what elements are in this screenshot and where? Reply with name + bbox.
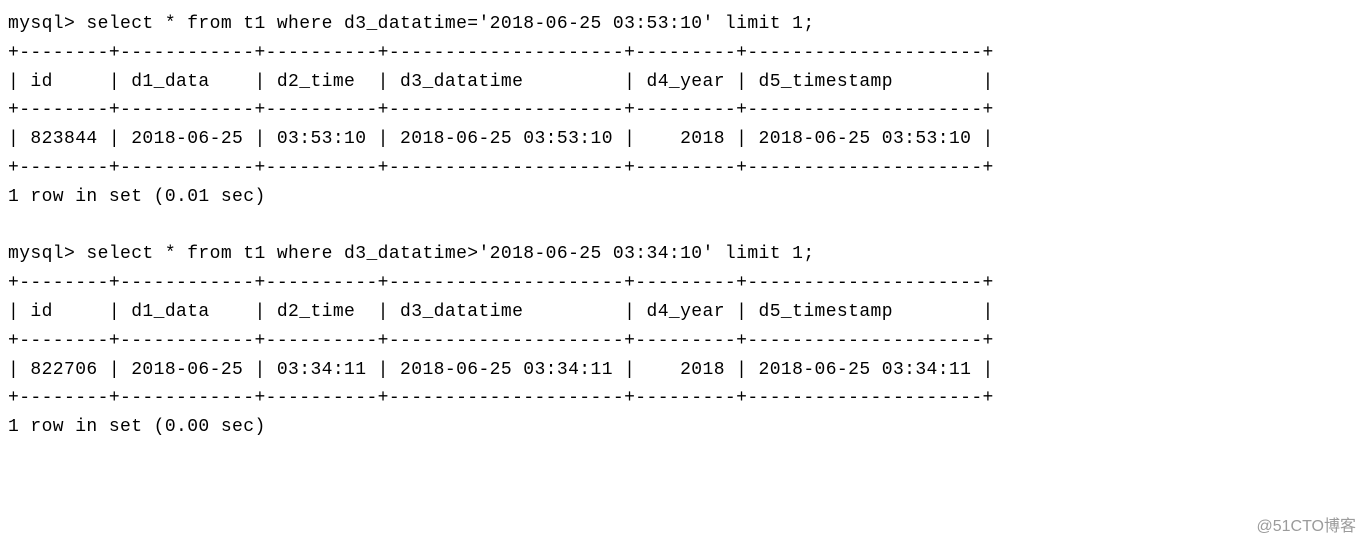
- query-1-prompt: mysql> select * from t1 where d3_datatim…: [8, 14, 815, 34]
- query-1-rule-top: +--------+------------+----------+------…: [8, 43, 994, 63]
- query-2-row: | 822706 | 2018-06-25 | 03:34:11 | 2018-…: [8, 360, 994, 380]
- query-1-rule-bot: +--------+------------+----------+------…: [8, 158, 994, 178]
- mysql-output-1: mysql> select * from t1 where d3_datatim…: [8, 10, 1358, 442]
- query-2-footer: 1 row in set (0.00 sec): [8, 417, 266, 437]
- query-1-header: | id | d1_data | d2_time | d3_datatime |…: [8, 72, 994, 92]
- query-2-prompt: mysql> select * from t1 where d3_datatim…: [8, 244, 815, 264]
- query-1-row: | 823844 | 2018-06-25 | 03:53:10 | 2018-…: [8, 129, 994, 149]
- query-2-rule-bot: +--------+------------+----------+------…: [8, 388, 994, 408]
- watermark: @51CTO博客: [1256, 514, 1356, 540]
- query-2-header: | id | d1_data | d2_time | d3_datatime |…: [8, 302, 994, 322]
- query-1-footer: 1 row in set (0.01 sec): [8, 187, 266, 207]
- query-2-rule-mid: +--------+------------+----------+------…: [8, 331, 994, 351]
- query-1-rule-mid: +--------+------------+----------+------…: [8, 100, 994, 120]
- query-2-rule-top: +--------+------------+----------+------…: [8, 273, 994, 293]
